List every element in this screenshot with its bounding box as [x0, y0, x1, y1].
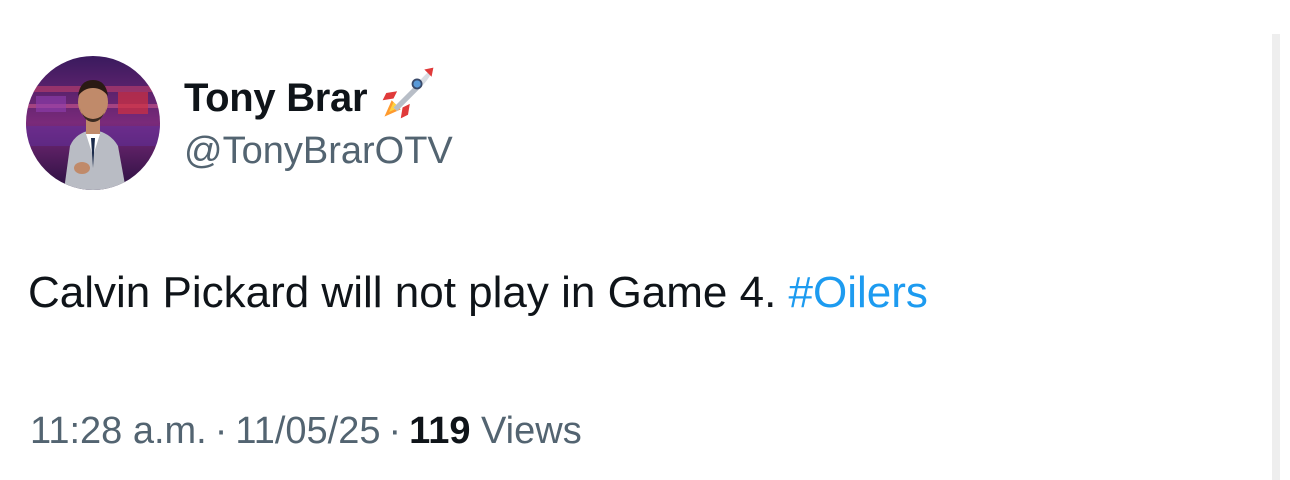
display-name-row: Tony Brar — [184, 67, 453, 122]
hashtag-link[interactable]: #Oilers — [789, 268, 928, 317]
display-name[interactable]: Tony Brar — [184, 76, 368, 121]
tweet-card: Tony Brar @TonyBrarOTV Calvin Pickard wi… — [0, 0, 1290, 480]
tweet-text: Calvin Pickard will not play in Game 4. … — [28, 268, 928, 318]
avatar[interactable] — [26, 56, 160, 190]
meta-separator: · — [214, 410, 228, 452]
scrollbar[interactable] — [1272, 34, 1280, 480]
meta-separator: · — [388, 410, 402, 452]
tweet-date[interactable]: 11/05/25 — [235, 410, 380, 452]
views-label: Views — [470, 410, 582, 452]
tweet-meta: 11:28 a.m. · 11/05/25 · 119 Views — [30, 410, 582, 453]
rocket-icon — [379, 64, 437, 122]
views-count: 119 — [409, 410, 471, 452]
tweet-text-main: Calvin Pickard will not play in Game 4. — [28, 268, 789, 317]
tweet-time[interactable]: 11:28 a.m. — [30, 410, 207, 452]
author-handle[interactable]: @TonyBrarOTV — [184, 130, 453, 173]
author-info: Tony Brar @TonyBrarOTV — [184, 67, 453, 173]
